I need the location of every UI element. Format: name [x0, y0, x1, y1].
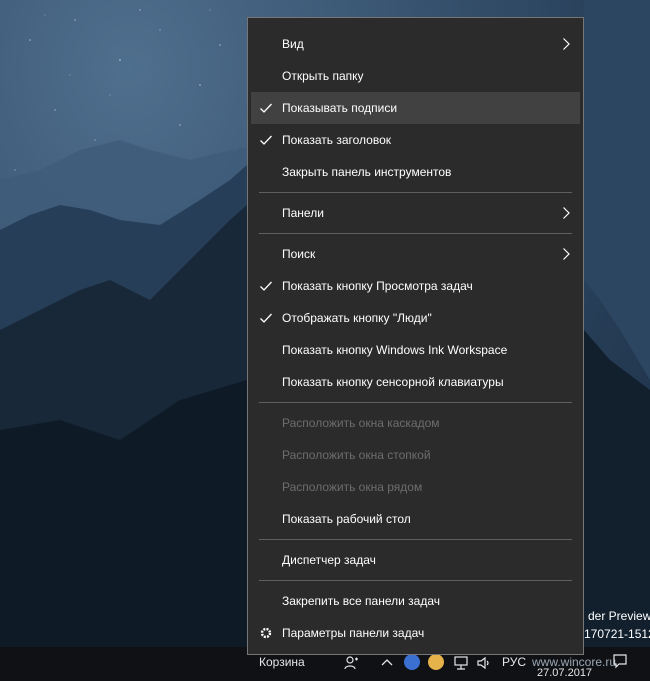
- gear-icon: [260, 627, 272, 639]
- app-tray-icon[interactable]: [404, 654, 420, 670]
- menu-item-label: Закрепить все панели задач: [282, 594, 441, 608]
- menu-item-2[interactable]: Открыть папку: [248, 60, 583, 92]
- menu-item-label: Показать кнопку Windows Ink Workspace: [282, 343, 508, 357]
- menu-item-9[interactable]: Отображать кнопку "Люди": [248, 302, 583, 334]
- menu-item-label: Диспетчер задач: [282, 553, 376, 567]
- network-icon[interactable]: [453, 655, 469, 671]
- menu-item-label: Расположить окна рядом: [282, 480, 423, 494]
- chevron-right-icon: [563, 207, 570, 219]
- menu-item-label: Закрыть панель инструментов: [282, 165, 452, 179]
- menu-item-label: Параметры панели задач: [282, 626, 425, 640]
- menu-item-label: Открыть папку: [282, 69, 364, 83]
- people-icon[interactable]: [344, 655, 360, 671]
- menu-item-16[interactable]: Диспетчер задач: [248, 544, 583, 576]
- menu-separator: [259, 192, 572, 193]
- checkmark-icon: [260, 103, 272, 113]
- menu-separator: [259, 402, 572, 403]
- menu-item-label: Показать заголовок: [282, 133, 392, 147]
- menu-item-6[interactable]: Панели: [248, 197, 583, 229]
- menu-item-label: Показывать подписи: [282, 101, 398, 115]
- menu-separator: [259, 539, 572, 540]
- chevron-right-icon: [563, 38, 570, 50]
- menu-item-10[interactable]: Показать кнопку Windows Ink Workspace: [248, 334, 583, 366]
- menu-item-5[interactable]: Закрыть панель инструментов: [248, 156, 583, 188]
- language-indicator[interactable]: РУС: [502, 655, 526, 669]
- menu-item-8[interactable]: Показать кнопку Просмотра задач: [248, 270, 583, 302]
- menu-item-7[interactable]: Поиск: [248, 238, 583, 270]
- chevron-up-icon[interactable]: [381, 657, 393, 667]
- taskbar-toolbar-label[interactable]: Корзина: [259, 655, 305, 669]
- checkmark-icon: [260, 313, 272, 323]
- menu-item-label: Вид: [282, 37, 304, 51]
- menu-item-label: Показать кнопку сенсорной клавиатуры: [282, 375, 504, 389]
- watermark: www.wincore.ru: [532, 655, 617, 669]
- menu-item-label: Показать кнопку Просмотра задач: [282, 279, 473, 293]
- menu-separator: [259, 233, 572, 234]
- emoji-icon[interactable]: [428, 654, 444, 670]
- notifications-icon[interactable]: [612, 653, 628, 669]
- menu-item-label: Расположить окна каскадом: [282, 416, 440, 430]
- checkmark-icon: [260, 281, 272, 291]
- taskbar-context-menu[interactable]: Вид Открыть папку Показывать подписи Показа…: [247, 17, 584, 655]
- menu-item-3[interactable]: Показывать подписи: [251, 92, 580, 124]
- menu-item-label: Показать рабочий стол: [282, 512, 411, 526]
- menu-item-13: Расположить окна стопкой: [248, 439, 583, 471]
- menu-item-11[interactable]: Показать кнопку сенсорной клавиатуры: [248, 366, 583, 398]
- menu-item-label: Расположить окна стопкой: [282, 448, 431, 462]
- menu-separator: [259, 580, 572, 581]
- menu-item-15[interactable]: Показать рабочий стол: [248, 503, 583, 535]
- menu-item-17[interactable]: Закрепить все панели задач: [248, 585, 583, 617]
- build-info-line-2: 170721-1512: [584, 627, 650, 641]
- menu-item-18[interactable]: Параметры панели задач: [248, 617, 583, 649]
- menu-item-label: Панели: [282, 206, 324, 220]
- chevron-right-icon: [563, 248, 570, 260]
- build-info-line-1: der Preview: [588, 609, 650, 623]
- volume-icon[interactable]: [476, 655, 492, 671]
- checkmark-icon: [260, 135, 272, 145]
- menu-item-4[interactable]: Показать заголовок: [248, 124, 583, 156]
- menu-item-12: Расположить окна каскадом: [248, 407, 583, 439]
- menu-item-label: Отображать кнопку "Люди": [282, 311, 432, 325]
- menu-item-1[interactable]: Вид: [248, 28, 583, 60]
- menu-item-label: Поиск: [282, 247, 316, 261]
- menu-item-14: Расположить окна рядом: [248, 471, 583, 503]
